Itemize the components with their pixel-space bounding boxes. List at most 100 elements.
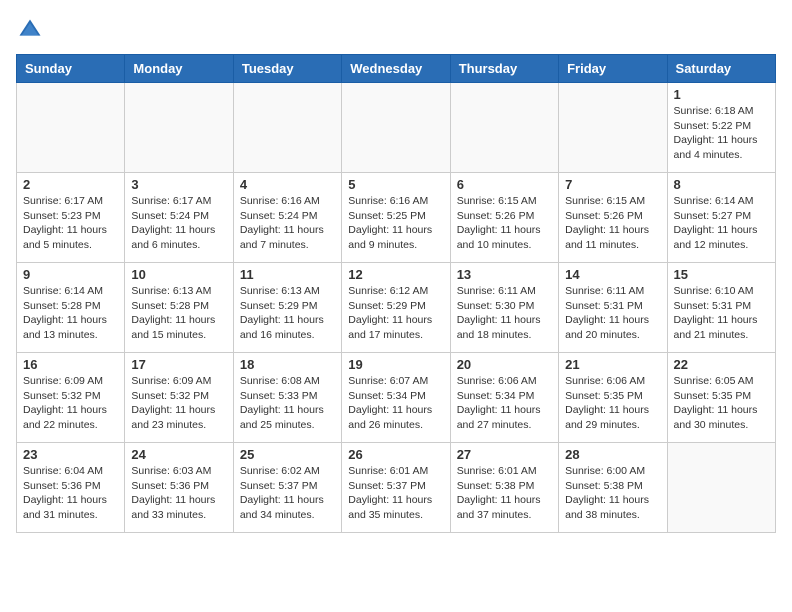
day-number: 11 (240, 267, 335, 282)
day-info: Sunrise: 6:07 AM Sunset: 5:34 PM Dayligh… (348, 374, 443, 433)
day-info: Sunrise: 6:01 AM Sunset: 5:38 PM Dayligh… (457, 464, 552, 523)
day-number: 19 (348, 357, 443, 372)
day-number: 7 (565, 177, 660, 192)
day-number: 14 (565, 267, 660, 282)
day-cell: 16 Sunrise: 6:09 AM Sunset: 5:32 PM Dayli… (17, 353, 125, 443)
day-cell: 28 Sunrise: 6:00 AM Sunset: 5:38 PM Dayli… (559, 443, 667, 533)
day-info: Sunrise: 6:08 AM Sunset: 5:33 PM Dayligh… (240, 374, 335, 433)
logo-icon (16, 16, 44, 44)
day-info: Sunrise: 6:15 AM Sunset: 5:26 PM Dayligh… (457, 194, 552, 253)
day-number: 5 (348, 177, 443, 192)
week-row-2: 2 Sunrise: 6:17 AM Sunset: 5:23 PM Daylig… (17, 173, 776, 263)
day-cell: 15 Sunrise: 6:10 AM Sunset: 5:31 PM Dayli… (667, 263, 775, 353)
day-info: Sunrise: 6:10 AM Sunset: 5:31 PM Dayligh… (674, 284, 769, 343)
day-cell: 11 Sunrise: 6:13 AM Sunset: 5:29 PM Dayli… (233, 263, 341, 353)
day-number: 8 (674, 177, 769, 192)
day-cell: 20 Sunrise: 6:06 AM Sunset: 5:34 PM Dayli… (450, 353, 558, 443)
day-cell: 21 Sunrise: 6:06 AM Sunset: 5:35 PM Dayli… (559, 353, 667, 443)
day-info: Sunrise: 6:17 AM Sunset: 5:24 PM Dayligh… (131, 194, 226, 253)
day-cell: 13 Sunrise: 6:11 AM Sunset: 5:30 PM Dayli… (450, 263, 558, 353)
day-cell (559, 83, 667, 173)
day-number: 23 (23, 447, 118, 462)
day-header-friday: Friday (559, 55, 667, 83)
day-info: Sunrise: 6:09 AM Sunset: 5:32 PM Dayligh… (131, 374, 226, 433)
day-cell: 5 Sunrise: 6:16 AM Sunset: 5:25 PM Daylig… (342, 173, 450, 263)
week-row-4: 16 Sunrise: 6:09 AM Sunset: 5:32 PM Dayli… (17, 353, 776, 443)
week-row-5: 23 Sunrise: 6:04 AM Sunset: 5:36 PM Dayli… (17, 443, 776, 533)
day-number: 25 (240, 447, 335, 462)
day-number: 16 (23, 357, 118, 372)
day-info: Sunrise: 6:00 AM Sunset: 5:38 PM Dayligh… (565, 464, 660, 523)
day-cell (450, 83, 558, 173)
day-number: 21 (565, 357, 660, 372)
day-number: 6 (457, 177, 552, 192)
day-cell (667, 443, 775, 533)
day-cell: 8 Sunrise: 6:14 AM Sunset: 5:27 PM Daylig… (667, 173, 775, 263)
day-header-wednesday: Wednesday (342, 55, 450, 83)
day-number: 20 (457, 357, 552, 372)
day-cell: 23 Sunrise: 6:04 AM Sunset: 5:36 PM Dayli… (17, 443, 125, 533)
day-info: Sunrise: 6:13 AM Sunset: 5:29 PM Dayligh… (240, 284, 335, 343)
day-cell (17, 83, 125, 173)
days-header-row: SundayMondayTuesdayWednesdayThursdayFrid… (17, 55, 776, 83)
day-number: 22 (674, 357, 769, 372)
day-number: 12 (348, 267, 443, 282)
day-cell: 19 Sunrise: 6:07 AM Sunset: 5:34 PM Dayli… (342, 353, 450, 443)
day-cell: 14Sunrise: 6:11 AM Sunset: 5:31 PM Dayli… (559, 263, 667, 353)
day-cell: 1 Sunrise: 6:18 AM Sunset: 5:22 PM Daylig… (667, 83, 775, 173)
day-number: 3 (131, 177, 226, 192)
day-header-tuesday: Tuesday (233, 55, 341, 83)
day-info: Sunrise: 6:14 AM Sunset: 5:27 PM Dayligh… (674, 194, 769, 253)
day-info: Sunrise: 6:12 AM Sunset: 5:29 PM Dayligh… (348, 284, 443, 343)
day-cell (125, 83, 233, 173)
day-info: Sunrise: 6:01 AM Sunset: 5:37 PM Dayligh… (348, 464, 443, 523)
day-info: Sunrise: 6:16 AM Sunset: 5:25 PM Dayligh… (348, 194, 443, 253)
page-header (16, 16, 776, 44)
day-number: 24 (131, 447, 226, 462)
day-cell: 12 Sunrise: 6:12 AM Sunset: 5:29 PM Dayli… (342, 263, 450, 353)
day-info: Sunrise: 6:09 AM Sunset: 5:32 PM Dayligh… (23, 374, 118, 433)
day-number: 27 (457, 447, 552, 462)
day-cell: 3 Sunrise: 6:17 AM Sunset: 5:24 PM Daylig… (125, 173, 233, 263)
week-row-1: 1 Sunrise: 6:18 AM Sunset: 5:22 PM Daylig… (17, 83, 776, 173)
day-cell: 17 Sunrise: 6:09 AM Sunset: 5:32 PM Dayli… (125, 353, 233, 443)
day-cell: 22 Sunrise: 6:05 AM Sunset: 5:35 PM Dayli… (667, 353, 775, 443)
day-cell: 4 Sunrise: 6:16 AM Sunset: 5:24 PM Daylig… (233, 173, 341, 263)
day-info: Sunrise: 6:13 AM Sunset: 5:28 PM Dayligh… (131, 284, 226, 343)
day-info: Sunrise: 6:16 AM Sunset: 5:24 PM Dayligh… (240, 194, 335, 253)
day-info: Sunrise: 6:15 AM Sunset: 5:26 PM Dayligh… (565, 194, 660, 253)
day-number: 9 (23, 267, 118, 282)
day-cell: 27 Sunrise: 6:01 AM Sunset: 5:38 PM Dayli… (450, 443, 558, 533)
day-header-saturday: Saturday (667, 55, 775, 83)
week-row-3: 9 Sunrise: 6:14 AM Sunset: 5:28 PM Daylig… (17, 263, 776, 353)
day-info: Sunrise: 6:14 AM Sunset: 5:28 PM Dayligh… (23, 284, 118, 343)
day-info: Sunrise: 6:18 AM Sunset: 5:22 PM Dayligh… (674, 104, 769, 163)
day-cell: 10 Sunrise: 6:13 AM Sunset: 5:28 PM Dayli… (125, 263, 233, 353)
day-number: 2 (23, 177, 118, 192)
day-number: 13 (457, 267, 552, 282)
day-cell: 6 Sunrise: 6:15 AM Sunset: 5:26 PM Daylig… (450, 173, 558, 263)
day-number: 17 (131, 357, 226, 372)
day-cell: 18Sunrise: 6:08 AM Sunset: 5:33 PM Dayli… (233, 353, 341, 443)
day-info: Sunrise: 6:11 AM Sunset: 5:30 PM Dayligh… (457, 284, 552, 343)
day-number: 15 (674, 267, 769, 282)
day-cell: 26 Sunrise: 6:01 AM Sunset: 5:37 PM Dayli… (342, 443, 450, 533)
day-number: 10 (131, 267, 226, 282)
day-header-monday: Monday (125, 55, 233, 83)
day-cell: 24 Sunrise: 6:03 AM Sunset: 5:36 PM Dayli… (125, 443, 233, 533)
day-number: 28 (565, 447, 660, 462)
day-info: Sunrise: 6:04 AM Sunset: 5:36 PM Dayligh… (23, 464, 118, 523)
day-cell (342, 83, 450, 173)
day-info: Sunrise: 6:05 AM Sunset: 5:35 PM Dayligh… (674, 374, 769, 433)
day-number: 1 (674, 87, 769, 102)
day-info: Sunrise: 6:06 AM Sunset: 5:35 PM Dayligh… (565, 374, 660, 433)
day-cell: 25Sunrise: 6:02 AM Sunset: 5:37 PM Dayli… (233, 443, 341, 533)
calendar-table: SundayMondayTuesdayWednesdayThursdayFrid… (16, 54, 776, 533)
day-number: 26 (348, 447, 443, 462)
logo (16, 16, 48, 44)
day-info: Sunrise: 6:17 AM Sunset: 5:23 PM Dayligh… (23, 194, 118, 253)
day-cell: 7 Sunrise: 6:15 AM Sunset: 5:26 PM Daylig… (559, 173, 667, 263)
day-info: Sunrise: 6:06 AM Sunset: 5:34 PM Dayligh… (457, 374, 552, 433)
day-number: 4 (240, 177, 335, 192)
day-info: Sunrise: 6:03 AM Sunset: 5:36 PM Dayligh… (131, 464, 226, 523)
